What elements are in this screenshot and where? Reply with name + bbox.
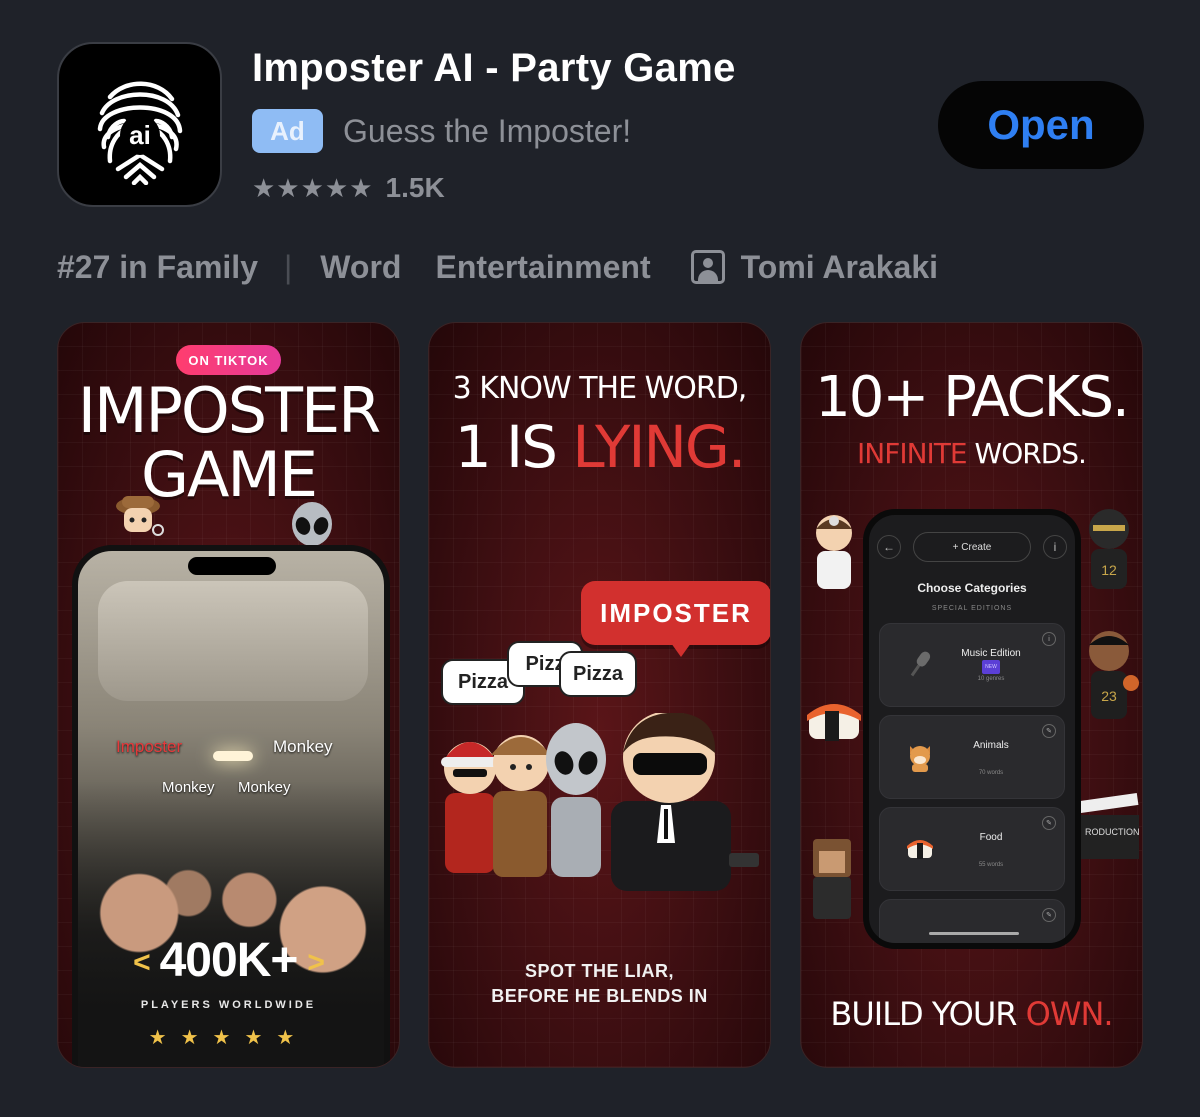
meta-row: #27 in Family | Word Entertainment Tomi … (57, 245, 938, 289)
players-count: <400K+ > (58, 933, 399, 988)
gold-stars: ★★★★★ (148, 1027, 309, 1049)
pizza-speech-bubble: Pizza (559, 651, 637, 697)
category-name: Food (979, 832, 1003, 843)
count-value: 400K+ (159, 934, 299, 987)
label-monkey: Monkey (238, 779, 291, 796)
title-line-1: IMPOSTER (77, 374, 381, 447)
category-card-animals[interactable]: Animals 70 words ✎ (879, 715, 1065, 799)
divider: | (283, 248, 293, 285)
category-name: Animals (973, 740, 1009, 751)
category-card-food[interactable]: Food 55 words ✎ (879, 807, 1065, 891)
screenshot-2[interactable]: 3 KNOW THE WORD, 1 IS LYING. IMPOSTER Pi… (428, 322, 771, 1068)
tagline-line-1: SPOT THE LIAR, (524, 961, 674, 981)
build-your-own-headline: BUILD YOUR OWN. (801, 995, 1142, 1033)
category-card-music[interactable]: Music Edition NEW 10 genres i (879, 623, 1065, 707)
headline-white: WORDS. (966, 437, 1087, 470)
headline-line-2: 1 IS LYING. (429, 413, 770, 481)
rating: ★★★★★ 1.5K (252, 172, 445, 204)
dog-icon (900, 736, 940, 776)
app-title[interactable]: Imposter AI - Party Game (252, 46, 736, 91)
car-ceiling (98, 581, 368, 701)
tag-word[interactable]: Word (320, 249, 401, 286)
label-monkey: Monkey (162, 779, 215, 796)
special-editions-label: SPECIAL EDITIONS (931, 605, 1013, 612)
headline-line-1: 3 KNOW THE WORD, (452, 371, 748, 406)
category-count: 55 words (978, 862, 1004, 868)
back-arrow-icon[interactable]: ← (877, 535, 901, 559)
imposter-speech-bubble: IMPOSTER (581, 581, 770, 657)
phone-video-frame: Imposter Monkey Monkey Monkey (72, 545, 390, 1067)
screenshot-1[interactable]: ON TIKTOK IMPOSTER GAME Imposter Monkey … (57, 322, 400, 1068)
svg-text:12: 12 (1101, 562, 1117, 578)
category-card[interactable]: ✎ (879, 899, 1065, 943)
choose-categories-title: Choose Categories (917, 581, 1027, 595)
sushi-icon (807, 704, 861, 741)
tiktok-badge: ON TIKTOK (176, 345, 281, 375)
phone-app-frame: ← + Create i Choose Categories SPECIAL E… (863, 509, 1081, 949)
svg-text:RODUCTION: RODUCTION (1085, 827, 1140, 837)
app-subtitle: Guess the Imposter! (343, 113, 632, 149)
soldier-character-icon (813, 839, 851, 919)
svg-text:ai: ai (129, 120, 151, 150)
info-icon[interactable]: i (1042, 632, 1056, 646)
screenshot-3[interactable]: 10+ PACKS. INFINITE WORDS. 12 23 RODUCTI… (800, 322, 1143, 1068)
tag-entertainment[interactable]: Entertainment (435, 249, 650, 286)
rank-label[interactable]: #27 in Family (57, 249, 258, 286)
headline-line-2: INFINITE WORDS. (801, 437, 1142, 470)
players-worldwide-label: PLAYERS WORLDWIDE (140, 999, 317, 1011)
category-count: 10 genres (977, 676, 1005, 682)
phone-top-bar: ← + Create i (877, 532, 1067, 562)
ad-badge: Ad (252, 109, 323, 153)
microphone-icon (900, 644, 940, 684)
detective-character-icon (116, 496, 164, 536)
rating-count: 1.5K (385, 172, 445, 203)
category-count: 70 words (978, 770, 1004, 776)
home-indicator (929, 932, 1019, 935)
new-badge: NEW (982, 660, 1000, 674)
open-button[interactable]: Open (938, 81, 1144, 169)
edit-pencil-icon[interactable]: ✎ (1042, 816, 1056, 830)
sushi-icon (900, 828, 940, 868)
basketball-player-icon: 23 (1089, 631, 1139, 719)
headline-red: INFINITE (857, 437, 968, 470)
clapperboard-icon: RODUCTION (1079, 793, 1140, 859)
label-monkey: Monkey (273, 737, 333, 756)
doctor-character-icon (816, 515, 852, 589)
fingerprint-icon: ai (97, 81, 182, 185)
tagline-line-2: BEFORE HE BLENDS IN (491, 986, 708, 1006)
developer-icon (690, 250, 725, 284)
rating-stars: ★★★★★ (252, 172, 374, 203)
edit-pencil-icon[interactable]: ✎ (1042, 724, 1056, 738)
info-icon[interactable]: i (1043, 535, 1067, 559)
svg-text:23: 23 (1101, 688, 1117, 704)
label-imposter: Imposter (116, 737, 183, 756)
chevron-right-icon: > (307, 946, 325, 980)
phone-notch (188, 557, 276, 575)
developer-name[interactable]: Tomi Arakaki (741, 249, 938, 286)
edit-pencil-icon[interactable]: ✎ (1042, 908, 1056, 922)
app-icon[interactable]: ai (57, 42, 222, 207)
tagline: SPOT THE LIAR, BEFORE HE BLENDS IN (429, 959, 770, 1009)
headline-line-1: 10+ PACKS. (815, 365, 1130, 430)
headline-red: LYING. (572, 413, 746, 481)
category-name: Music Edition NEW (956, 648, 1026, 674)
create-button[interactable]: + Create (913, 532, 1031, 562)
build-red: OWN. (1025, 995, 1114, 1033)
build-white: BUILD YOUR (830, 995, 1026, 1033)
headline-white: 1 IS (454, 413, 573, 481)
car-lamp (213, 751, 253, 761)
chevron-left-icon: < (133, 946, 151, 980)
characters-lineup-icon (441, 713, 759, 891)
football-player-icon: 12 (1089, 509, 1129, 589)
